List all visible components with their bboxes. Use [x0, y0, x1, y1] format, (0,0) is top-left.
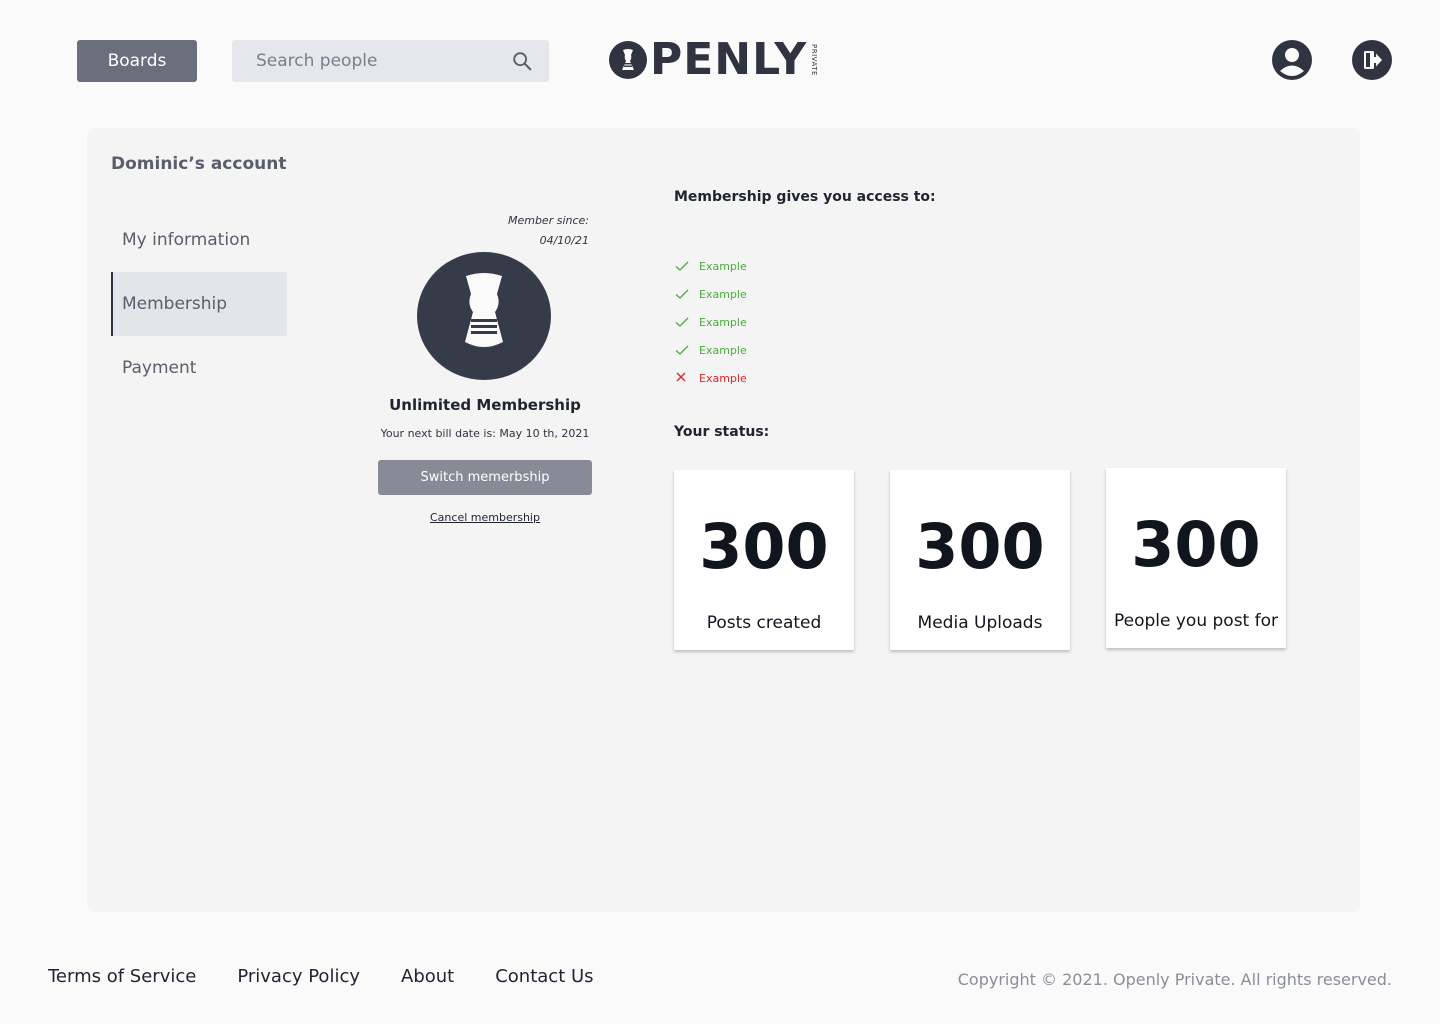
access-title: Membership gives you access to:: [674, 189, 936, 205]
nav-item-payment[interactable]: Payment: [111, 336, 287, 400]
profile-icon[interactable]: [1272, 40, 1312, 80]
access-item-label: Example: [699, 259, 747, 273]
logo-subtext: PRIVATE: [810, 44, 819, 76]
member-since: Member since: 04/10/21: [467, 211, 589, 251]
account-panel: Dominic’s account My information Members…: [87, 128, 1360, 912]
stat-value: 300: [1131, 508, 1261, 581]
check-icon: [675, 317, 689, 327]
check-icon: [675, 289, 689, 299]
access-list: Example Example Example Example Example: [674, 252, 747, 392]
access-item: Example: [674, 252, 747, 280]
member-since-label: Member since:: [507, 214, 589, 227]
stat-value: 300: [699, 510, 829, 583]
stat-label: Posts created: [706, 613, 822, 633]
access-item: Example: [674, 364, 747, 392]
openly-logo: PENLY PRIVATE: [608, 36, 818, 84]
status-title: Your status:: [674, 424, 770, 440]
access-item-label: Example: [699, 343, 747, 357]
copyright-text: Copyright © 2021. Openly Private. All ri…: [957, 970, 1392, 989]
access-item: Example: [674, 308, 747, 336]
check-icon: [675, 345, 689, 355]
membership-avatar-icon: [417, 252, 551, 380]
stat-label: People you post for: [1113, 611, 1278, 631]
logout-icon[interactable]: [1352, 40, 1392, 80]
check-icon: [675, 261, 689, 271]
stat-value: 300: [915, 510, 1045, 583]
account-title: Dominic’s account: [111, 154, 287, 174]
switch-membership-button[interactable]: Switch memerbship: [378, 460, 592, 495]
nav-item-membership[interactable]: Membership: [111, 272, 287, 336]
footer-link-contact[interactable]: Contact Us: [495, 966, 593, 987]
account-nav: My information Membership Payment: [111, 208, 287, 400]
logo-o-icon: [609, 41, 647, 79]
footer-link-privacy[interactable]: Privacy Policy: [237, 966, 360, 987]
member-since-date: 04/10/21: [539, 234, 589, 247]
logo-text: PENLY: [650, 34, 808, 85]
footer-link-terms[interactable]: Terms of Service: [48, 966, 196, 987]
access-item-label: Example: [699, 315, 747, 329]
access-item: Example: [674, 336, 747, 364]
search-icon[interactable]: [511, 50, 533, 72]
search-input[interactable]: [232, 51, 511, 71]
stat-card-media: 300 Media Uploads: [890, 470, 1070, 650]
search-box[interactable]: [232, 40, 549, 82]
cancel-membership-link[interactable]: Cancel membership: [378, 511, 592, 524]
stat-card-posts: 300 Posts created: [674, 470, 854, 650]
stat-card-people: 300 People you post for: [1106, 468, 1286, 648]
next-bill-date: Your next bill date is: May 10 th, 2021: [380, 427, 590, 440]
nav-item-my-information[interactable]: My information: [111, 208, 287, 272]
access-item-label: Example: [699, 371, 747, 385]
access-item: Example: [674, 280, 747, 308]
footer-links: Terms of Service Privacy Policy About Co…: [48, 966, 635, 987]
stat-label: Media Uploads: [917, 613, 1043, 633]
access-item-label: Example: [699, 287, 747, 301]
cross-icon: [676, 372, 686, 382]
plan-name: Unlimited Membership: [389, 396, 581, 414]
footer-link-about[interactable]: About: [401, 966, 454, 987]
boards-button[interactable]: Boards: [77, 40, 197, 82]
